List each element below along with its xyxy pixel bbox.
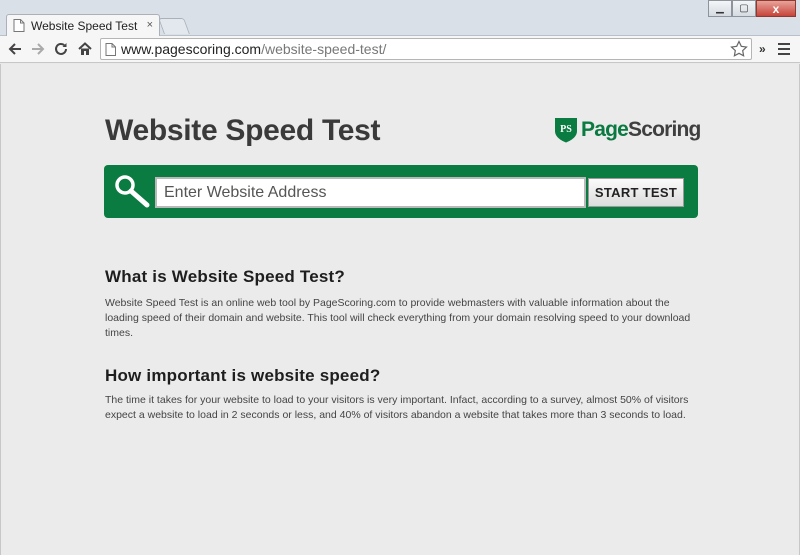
new-tab-button[interactable] [158, 18, 190, 34]
close-window-button[interactable]: x [756, 0, 796, 17]
start-test-button[interactable]: START TEST [588, 178, 684, 207]
search-panel: START TEST [104, 165, 698, 218]
forward-arrow-icon[interactable] [29, 40, 47, 58]
logo-text: PageScoring [581, 118, 701, 142]
menu-icon[interactable] [778, 43, 790, 55]
browser-tab[interactable]: Website Speed Test - Pag × [6, 14, 160, 36]
back-arrow-icon[interactable] [6, 40, 24, 58]
search-icon [115, 175, 150, 208]
section-body-what-is: Website Speed Test is an online web tool… [105, 297, 691, 339]
maximize-button[interactable]: ▢ [732, 0, 756, 17]
page-content: Website Speed Test PS PageScoring START … [0, 64, 800, 555]
shield-icon: PS [555, 118, 577, 143]
page-icon [13, 19, 25, 32]
address-bar[interactable]: www.pagescoring.com/website-speed-test/ [100, 38, 752, 60]
logo-text-page: Page [581, 118, 629, 141]
page-title: Website Speed Test [105, 114, 381, 147]
tab-close-icon[interactable]: × [147, 20, 153, 31]
browser-toolbar: www.pagescoring.com/website-speed-test/ … [0, 36, 800, 63]
logo-badge-text: PS [560, 124, 572, 135]
reload-icon[interactable] [52, 40, 70, 58]
section-heading-what-is: What is Website Speed Test? [105, 267, 345, 286]
browser-titlebar: Website Speed Test - Pag × ▁ ▢ x [0, 0, 800, 36]
website-address-input[interactable] [155, 177, 586, 208]
page-icon [105, 42, 116, 56]
section-body-how-important: The time it takes for your website to lo… [105, 394, 689, 421]
pagescoring-logo[interactable]: PS PageScoring [554, 117, 701, 143]
star-icon[interactable] [730, 40, 748, 58]
url-host: www.pagescoring.com [121, 41, 262, 57]
url-path: /website-speed-test/ [261, 41, 387, 57]
logo-text-scoring: Scoring [628, 118, 701, 141]
minimize-button[interactable]: ▁ [708, 0, 732, 17]
home-icon[interactable] [76, 40, 94, 58]
tab-title: Website Speed Test - Pag [31, 18, 141, 33]
section-heading-how-important: How important is website speed? [105, 366, 381, 385]
window-controls: ▁ ▢ x [708, 0, 796, 18]
extensions-overflow-icon[interactable]: » [759, 42, 766, 56]
